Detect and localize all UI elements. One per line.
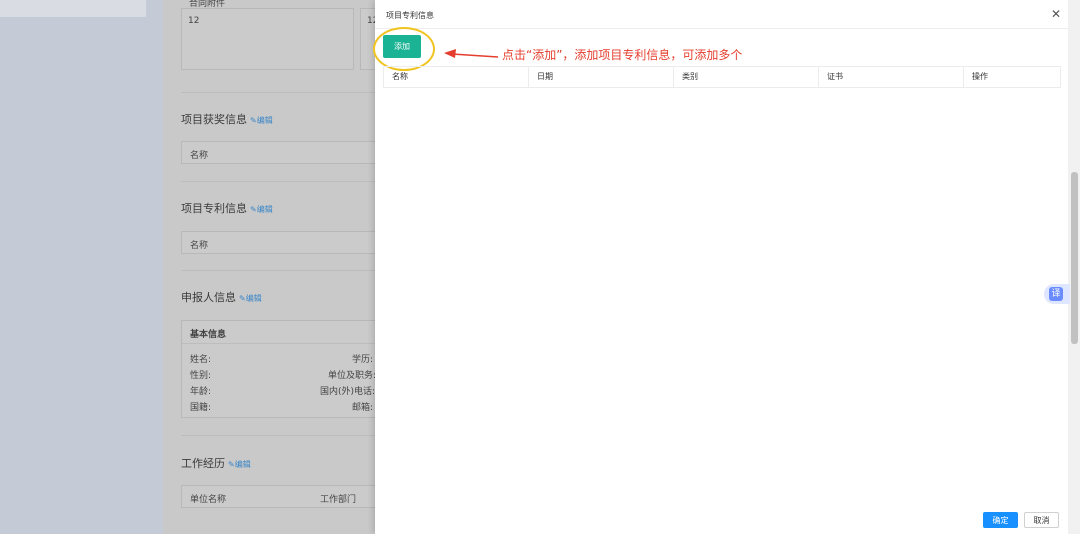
patents-col-name: 名称 bbox=[190, 241, 209, 251]
col-date: 日期 bbox=[529, 67, 674, 87]
col-name: 名称 bbox=[384, 67, 529, 87]
attachment-value: 12 bbox=[188, 16, 200, 26]
field-phone: 国内(外)电话: bbox=[320, 387, 376, 397]
section-title-patents: 项目专利信息 ✎编辑 bbox=[181, 202, 273, 215]
field-age: 年龄: bbox=[190, 387, 212, 397]
edit-link-patents: ✎编辑 bbox=[250, 205, 273, 214]
divider bbox=[181, 181, 376, 182]
basic-info-label: 基本信息 bbox=[190, 330, 227, 340]
section-title-awards: 项目获奖信息 ✎编辑 bbox=[181, 113, 273, 126]
work-col-unit: 单位名称 bbox=[190, 495, 227, 505]
title-divider bbox=[375, 28, 1068, 29]
background-form-panel: 合同附件 12 12 项目获奖信息✎编辑 名称 项目专利信息✎编辑 名称 申报人… bbox=[163, 0, 376, 534]
attachment-textarea: 12 bbox=[181, 8, 354, 70]
cancel-button[interactable]: 取消 bbox=[1024, 512, 1059, 528]
edit-link-applicant: ✎编辑 bbox=[239, 294, 262, 303]
field-gender: 性别: bbox=[190, 371, 212, 381]
field-unit-position: 单位及职务: bbox=[328, 371, 376, 381]
close-icon[interactable]: ✕ bbox=[1051, 7, 1061, 21]
field-name: 姓名: bbox=[190, 355, 212, 365]
col-actions: 操作 bbox=[972, 72, 988, 81]
col-category: 类别 bbox=[674, 67, 819, 87]
confirm-button[interactable]: 确定 bbox=[983, 512, 1018, 528]
field-education: 学历: bbox=[352, 355, 374, 365]
left-top-box bbox=[0, 0, 146, 17]
edit-link-work: ✎编辑 bbox=[228, 460, 251, 469]
field-nationality: 国籍: bbox=[190, 403, 212, 413]
section-title-applicant: 申报人信息 ✎编辑 bbox=[181, 291, 262, 304]
field-email: 邮箱: bbox=[352, 403, 374, 413]
work-table-header: 单位名称 工作部门 bbox=[181, 485, 376, 508]
attachment-textarea-2: 12 bbox=[360, 8, 376, 70]
patents-table-header: 名称 bbox=[181, 231, 376, 254]
divider bbox=[181, 270, 376, 271]
translate-icon: 译 bbox=[1049, 287, 1063, 301]
awards-table-header: 名称 bbox=[181, 141, 376, 164]
patent-table-header: 名称 日期 类别 证书 操作 bbox=[383, 66, 1061, 88]
divider bbox=[181, 435, 376, 436]
scrollbar-thumb[interactable] bbox=[1071, 172, 1078, 344]
translate-float-button[interactable]: 译 bbox=[1044, 284, 1070, 304]
awards-col-name: 名称 bbox=[190, 151, 209, 161]
applicant-info-box: 基本信息 姓名: 性别: 年龄: 国籍: 学历: 单位及职务: 国内(外)电话:… bbox=[181, 320, 376, 418]
section-title-work: 工作经历 ✎编辑 bbox=[181, 457, 251, 470]
drawer-title: 项目专利信息 bbox=[386, 11, 434, 20]
patent-info-drawer: 项目专利信息 ✕ 添加 点击“添加”，添加项目专利信息，可添加多个 名称 日期 … bbox=[373, 0, 1068, 534]
work-col-dept: 工作部门 bbox=[320, 495, 357, 505]
divider bbox=[181, 92, 376, 93]
left-sidebar-background bbox=[0, 0, 163, 534]
arrow-annotation-icon bbox=[444, 49, 499, 58]
edit-link-awards: ✎编辑 bbox=[250, 116, 273, 125]
highlight-circle-annotation bbox=[373, 27, 435, 71]
col-certificate: 证书 bbox=[819, 67, 964, 87]
annotation-text: 点击“添加”，添加项目专利信息，可添加多个 bbox=[502, 48, 743, 62]
